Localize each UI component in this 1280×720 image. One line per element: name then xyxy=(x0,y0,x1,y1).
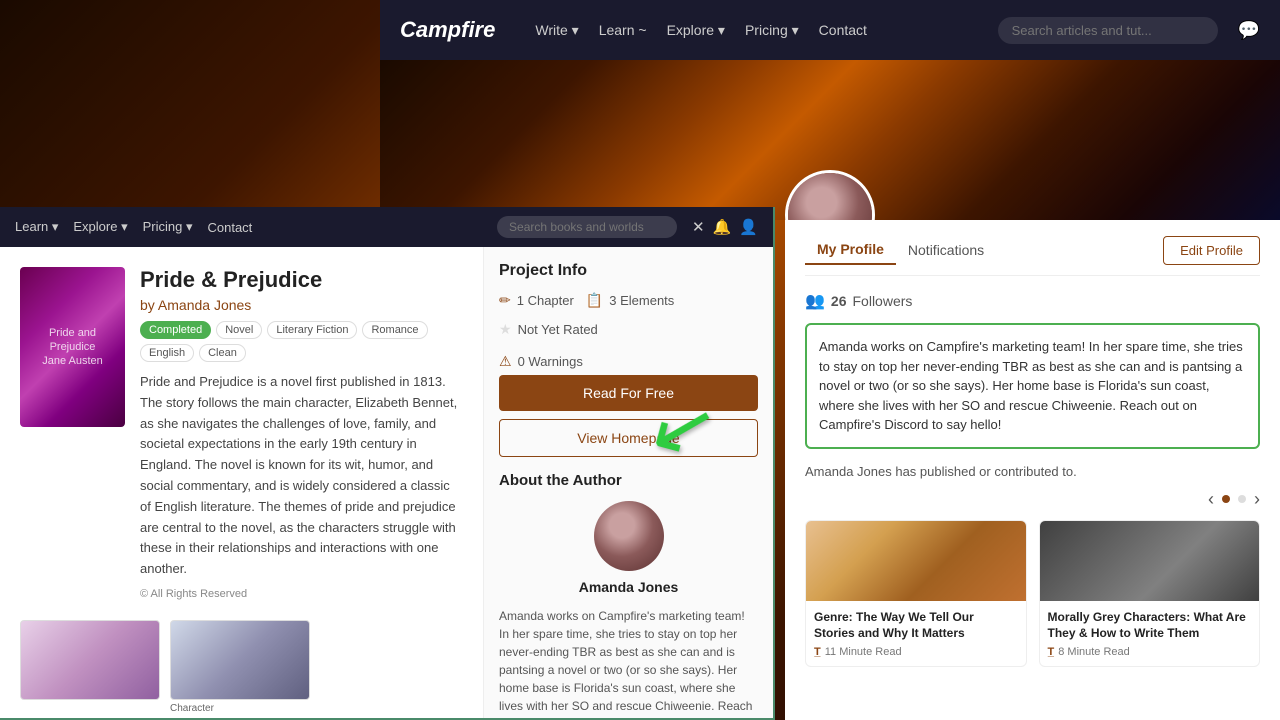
article-card-1[interactable]: Genre: The Way We Tell Our Stories and W… xyxy=(805,520,1027,668)
tag-completed[interactable]: Completed xyxy=(140,321,211,339)
article-t-icon-1: T̲ xyxy=(814,646,821,658)
articles-grid: Genre: The Way We Tell Our Stories and W… xyxy=(805,520,1260,668)
author-name[interactable]: Amanda Jones xyxy=(579,579,679,595)
nav-write[interactable]: Write ▾ xyxy=(535,22,578,39)
followers-label: Followers xyxy=(853,293,913,309)
overlay-nav-pricing[interactable]: Pricing ▾ xyxy=(143,219,193,235)
chapters-count: 1 Chapter xyxy=(517,293,574,308)
article-title-1: Genre: The Way We Tell Our Stories and W… xyxy=(806,601,1026,647)
tag-novel[interactable]: Novel xyxy=(216,321,262,339)
book-detail: Pride and PrejudiceJane Austen Pride & P… xyxy=(0,247,483,718)
followers-count: 👥 26 Followers xyxy=(805,291,1260,311)
chat-icon[interactable]: 💬 xyxy=(1238,20,1260,41)
project-info-title: Project Info xyxy=(499,262,758,280)
project-sidebar: Project Info ✏ 1 Chapter 📋 3 Elements ★ … xyxy=(483,247,773,718)
overlay-nav-explore[interactable]: Explore ▾ xyxy=(73,219,127,235)
elements-icon: 📋 xyxy=(586,292,603,309)
thumbnail-1[interactable] xyxy=(20,620,160,700)
author-profile: Amanda Jones xyxy=(499,501,758,595)
article-image-1 xyxy=(806,521,1026,601)
article-card-2[interactable]: Morally Grey Characters: What Are They &… xyxy=(1039,520,1261,668)
thumbnails-row: Character xyxy=(20,620,463,714)
overlay-nav-learn[interactable]: Learn ▾ xyxy=(15,219,58,235)
book-description: Pride and Prejudice is a novel first pub… xyxy=(140,372,463,580)
tab-my-profile[interactable]: My Profile xyxy=(805,235,896,265)
not-rated-text: Not Yet Rated xyxy=(518,322,598,337)
chapters-stat: ✏ 1 Chapter xyxy=(499,292,574,309)
thumbnail-label-2: Character xyxy=(170,703,310,714)
article-read-time-2: 8 Minute Read xyxy=(1058,646,1130,658)
profile-tabs: My Profile Notifications Edit Profile xyxy=(805,235,1260,276)
article-image-2 xyxy=(1040,521,1260,601)
clear-search-button[interactable]: ✕ xyxy=(692,218,705,236)
bio-text: Amanda works on Campfire's marketing tea… xyxy=(819,339,1243,432)
rating-star-icon: ★ xyxy=(499,321,512,338)
book-title: Pride & Prejudice xyxy=(140,267,463,293)
articles-nav: ‹ › xyxy=(805,489,1260,510)
nav-learn[interactable]: Learn ~ xyxy=(599,22,647,38)
notification-bell-icon[interactable]: 🔔 xyxy=(713,218,732,236)
project-stats: ✏ 1 Chapter 📋 3 Elements xyxy=(499,292,758,309)
nav-contact[interactable]: Contact xyxy=(819,22,867,38)
overlay-content: Pride and PrejudiceJane Austen Pride & P… xyxy=(0,247,773,718)
tag-literary-fiction[interactable]: Literary Fiction xyxy=(267,321,357,339)
campfire-logo[interactable]: Campfire xyxy=(400,17,495,43)
book-author[interactable]: by Amanda Jones xyxy=(140,297,463,313)
author-bio: Amanda works on Campfire's marketing tea… xyxy=(499,607,758,718)
article-read-time-1: 11 Minute Read xyxy=(825,646,902,658)
tag-romance[interactable]: Romance xyxy=(362,321,427,339)
nav-pricing[interactable]: Pricing ▾ xyxy=(745,22,799,39)
followers-icon: 👥 xyxy=(805,291,825,311)
elements-count: 3 Elements xyxy=(609,293,674,308)
nav-dot-1[interactable] xyxy=(1222,495,1230,503)
pencil-icon: ✏ xyxy=(499,292,511,309)
tag-english[interactable]: English xyxy=(140,344,194,362)
bio-box: Amanda works on Campfire's marketing tea… xyxy=(805,323,1260,449)
book-copyright: © All Rights Reserved xyxy=(140,588,463,600)
published-label: Amanda Jones has published or contribute… xyxy=(805,464,1260,479)
overlay-search-input[interactable] xyxy=(497,216,677,238)
overlay-navbar: Learn ▾ Explore ▾ Pricing ▾ Contact ✕ 🔔 … xyxy=(0,207,773,247)
warnings-count: 0 Warnings xyxy=(518,354,583,369)
warnings-stat: ⚠ 0 Warnings xyxy=(499,353,758,370)
profile-hero xyxy=(380,60,1280,220)
tag-clean[interactable]: Clean xyxy=(199,344,246,362)
nav-dot-2[interactable] xyxy=(1238,495,1246,503)
article-meta-1: T̲ 11 Minute Read xyxy=(806,646,1026,666)
overlay-nav-contact[interactable]: Contact xyxy=(207,220,252,235)
user-menu-icon[interactable]: 👤 xyxy=(739,218,758,236)
author-avatar xyxy=(594,501,664,571)
warning-icon: ⚠ xyxy=(499,353,512,370)
not-rated-row: ★ Not Yet Rated xyxy=(499,321,758,338)
article-t-icon-2: T̲ xyxy=(1048,646,1055,658)
top-navbar: Campfire Write ▾ Learn ~ Explore ▾ Prici… xyxy=(380,0,1280,60)
next-arrow-icon[interactable]: › xyxy=(1254,489,1260,510)
edit-profile-button[interactable]: Edit Profile xyxy=(1163,236,1260,265)
article-meta-2: T̲ 8 Minute Read xyxy=(1040,646,1260,666)
article-title-2: Morally Grey Characters: What Are They &… xyxy=(1040,601,1260,647)
overlay-window: Learn ▾ Explore ▾ Pricing ▾ Contact ✕ 🔔 … xyxy=(0,207,775,720)
thumbnail-label-1 xyxy=(20,703,160,714)
book-cover-text: Pride and PrejudiceJane Austen xyxy=(20,321,125,374)
prev-arrow-icon[interactable]: ‹ xyxy=(1208,489,1214,510)
thumbnail-2[interactable] xyxy=(170,620,310,700)
book-tags: Completed Novel Literary Fiction Romance… xyxy=(140,321,463,362)
elements-stat: 📋 3 Elements xyxy=(586,292,674,309)
top-search-input[interactable] xyxy=(998,17,1218,44)
nav-explore[interactable]: Explore ▾ xyxy=(667,22,725,39)
view-homepage-button[interactable]: View Homepage xyxy=(499,419,758,457)
book-cover: Pride and PrejudiceJane Austen xyxy=(20,267,125,427)
tab-notifications[interactable]: Notifications xyxy=(896,236,996,264)
overlay-icons: ✕ 🔔 👤 xyxy=(692,218,758,236)
read-for-free-button[interactable]: Read For Free xyxy=(499,375,758,411)
about-author-title: About the Author xyxy=(499,472,758,489)
right-panel: My Profile Notifications Edit Profile 👥 … xyxy=(785,220,1280,720)
book-info: Pride & Prejudice by Amanda Jones Comple… xyxy=(140,267,463,600)
book-header: Pride and PrejudiceJane Austen Pride & P… xyxy=(20,267,463,600)
followers-number: 26 xyxy=(831,293,847,309)
